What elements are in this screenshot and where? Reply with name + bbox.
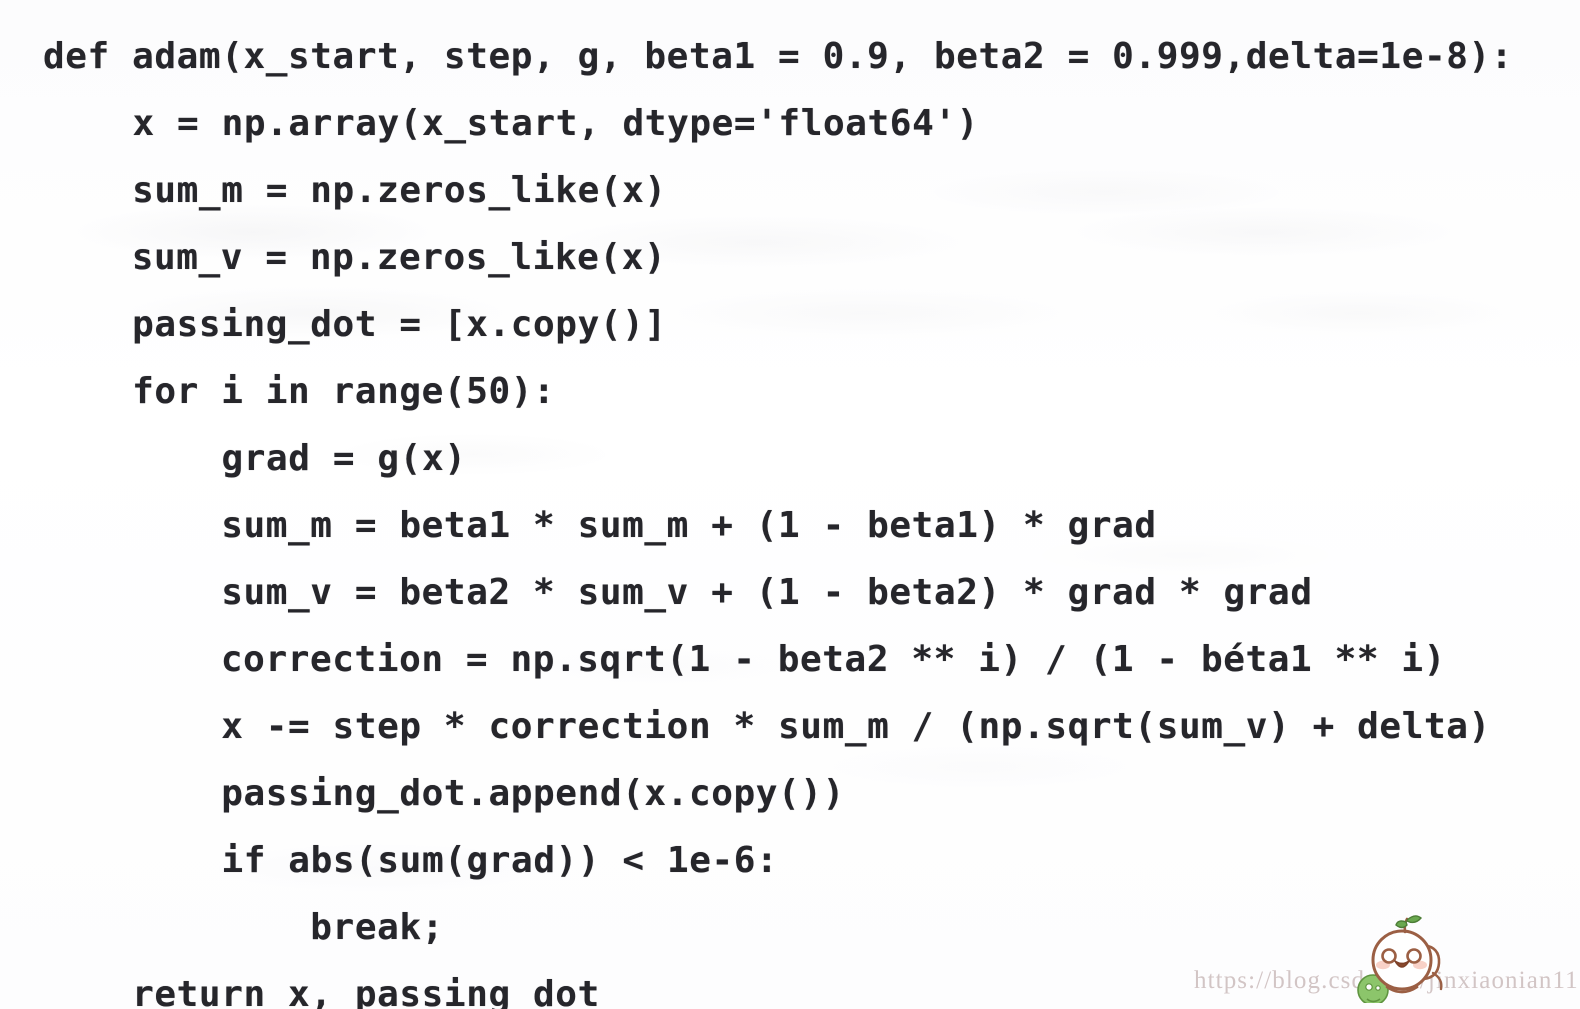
code-snippet: def adam(x_start, step, g, beta1 = 0.9, … bbox=[0, 13, 1580, 1009]
code-line: x = np.array(x_start, dtype='float64') bbox=[43, 103, 979, 144]
code-line: sum_m = beta1 * sum_m + (1 - beta1) * gr… bbox=[43, 505, 1157, 546]
code-line: def adam(x_start, step, g, beta1 = 0.9, … bbox=[43, 36, 1514, 77]
code-line: return x, passing_dot bbox=[43, 974, 600, 1009]
code-line: passing_dot = [x.copy()] bbox=[43, 304, 667, 345]
code-line: correction = np.sqrt(1 - beta2 ** i) / (… bbox=[42, 639, 1446, 680]
code-line: passing_dot.append(x.copy()) bbox=[43, 773, 845, 814]
code-line: sum_v = beta2 * sum_v + (1 - beta2) * gr… bbox=[43, 572, 1313, 613]
code-line: for i in range(50): bbox=[43, 371, 556, 412]
code-line: break; bbox=[43, 907, 444, 948]
code-line: if abs(sum(grad)) < 1e-6: bbox=[43, 840, 779, 881]
code-line: x -= step * correction * sum_m / (np.sqr… bbox=[43, 706, 1491, 747]
code-line: sum_m = np.zeros_like(x) bbox=[43, 170, 667, 211]
code-line: grad = g(x) bbox=[43, 438, 467, 479]
code-line: sum_v = np.zeros_like(x) bbox=[42, 237, 667, 278]
scanned-code-page: def adam(x_start, step, g, beta1 = 0.9, … bbox=[0, 0, 1580, 1009]
